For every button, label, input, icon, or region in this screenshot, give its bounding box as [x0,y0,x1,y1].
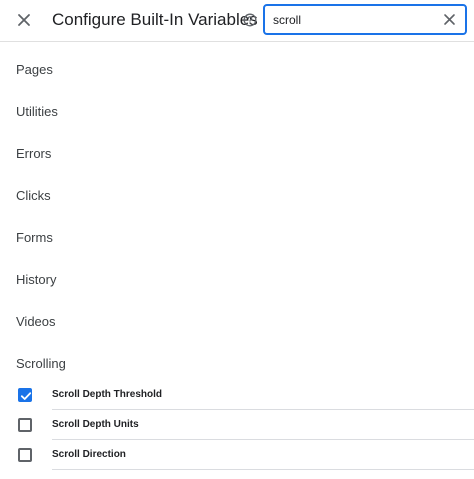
category-history[interactable]: History [16,272,56,288]
search-input[interactable] [273,11,433,28]
dialog-title: Configure Built-In Variables [52,10,258,29]
category-errors[interactable]: Errors [16,146,51,162]
category-forms[interactable]: Forms [16,230,53,246]
clear-icon[interactable] [442,12,457,27]
category-utilities[interactable]: Utilities [16,104,58,120]
search-box [263,4,467,35]
variable-row-scroll-depth-units[interactable]: Scroll Depth Units [0,410,474,440]
variable-row-scroll-depth-threshold[interactable]: Scroll Depth Threshold [0,380,474,410]
row-divider [52,469,474,470]
category-scrolling[interactable]: Scrolling [16,356,66,372]
help-circle-icon[interactable] [243,13,257,27]
checkbox-scroll-depth-units[interactable] [18,418,32,432]
variable-label: Scroll Depth Threshold [52,389,163,400]
checkbox-scroll-depth-threshold[interactable] [18,388,32,402]
checkmark-icon [20,392,32,400]
category-clicks[interactable]: Clicks [16,188,51,204]
category-pages[interactable]: Pages [16,62,53,78]
checkbox-scroll-direction[interactable] [18,448,32,462]
dialog-header: Configure Built-In Variables [0,0,474,42]
variable-label: Scroll Direction [52,449,126,460]
variable-row-scroll-direction[interactable]: Scroll Direction [0,440,474,470]
close-icon[interactable] [14,10,34,30]
category-videos[interactable]: Videos [16,314,56,330]
variable-label: Scroll Depth Units [52,419,139,430]
